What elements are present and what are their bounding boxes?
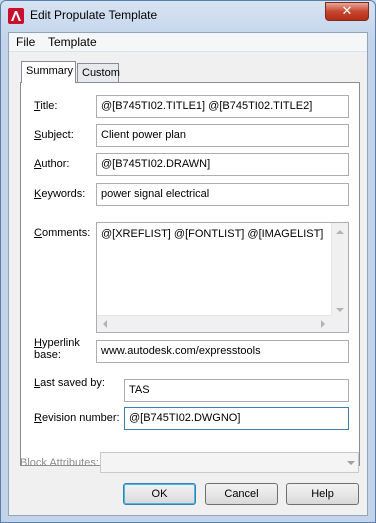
- menu-template[interactable]: Template: [48, 35, 97, 49]
- revision-number-label: Revision number:: [34, 412, 120, 424]
- cancel-button[interactable]: Cancel: [205, 483, 278, 505]
- menu-bar: File Template: [9, 33, 367, 52]
- scrollbar-corner: [331, 315, 348, 332]
- comments-horizontal-scrollbar[interactable]: [97, 315, 331, 332]
- title-bar[interactable]: Edit Propulate Template ✕: [1, 1, 375, 31]
- subject-label: Subject:: [34, 129, 74, 141]
- block-attributes-dropdown[interactable]: [100, 452, 359, 473]
- title-field[interactable]: @[B745TI02.TITLE1] @[B745TI02.TITLE2]: [96, 95, 349, 118]
- hyperlink-base-label: Hyperlink base:: [34, 337, 80, 361]
- scroll-up-arrow-icon[interactable]: [336, 226, 344, 234]
- revision-number-field[interactable]: @[B745TI02.DWGNO]: [124, 407, 349, 430]
- help-button[interactable]: Help: [286, 483, 359, 505]
- comments-text: @[XREFLIST] @[FONTLIST] @[IMAGELIST]: [101, 228, 324, 240]
- close-button[interactable]: ✕: [325, 2, 369, 21]
- chevron-down-icon: [347, 461, 355, 469]
- summary-panel: Title: @[B745TI02.TITLE1] @[B745TI02.TIT…: [20, 82, 360, 466]
- last-saved-by-field[interactable]: TAS: [124, 379, 349, 402]
- tab-summary[interactable]: Summary: [21, 61, 76, 83]
- scroll-left-arrow-icon[interactable]: [99, 320, 107, 328]
- author-label: Author:: [34, 158, 70, 170]
- window-title: Edit Propulate Template: [30, 8, 158, 22]
- keywords-label: Keywords:: [34, 188, 86, 200]
- menu-file[interactable]: File: [16, 35, 35, 49]
- author-field[interactable]: @[B745TI02.DRAWN]: [96, 153, 349, 176]
- scroll-right-arrow-icon[interactable]: [321, 320, 329, 328]
- tab-custom[interactable]: Custom: [77, 63, 120, 82]
- comments-label: Comments:: [34, 227, 91, 239]
- title-label: Title:: [34, 100, 58, 112]
- keywords-field[interactable]: power signal electrical: [96, 183, 349, 206]
- comments-vertical-scrollbar[interactable]: [331, 223, 348, 317]
- hyperlink-base-field[interactable]: www.autodesk.com/expresstools: [96, 340, 349, 363]
- last-saved-by-label: Last saved by:: [34, 377, 105, 389]
- dialog-client-area: File Template Summary Custom Title: @[B7…: [8, 32, 368, 516]
- dialog-window: Edit Propulate Template ✕ File Template …: [0, 0, 376, 523]
- ok-button[interactable]: OK: [123, 483, 196, 505]
- block-attributes-label: Block Attributes:: [20, 457, 99, 469]
- autocad-app-icon: [8, 8, 24, 24]
- subject-field[interactable]: Client power plan: [96, 124, 349, 147]
- comments-textarea[interactable]: @[XREFLIST] @[FONTLIST] @[IMAGELIST]: [96, 222, 349, 333]
